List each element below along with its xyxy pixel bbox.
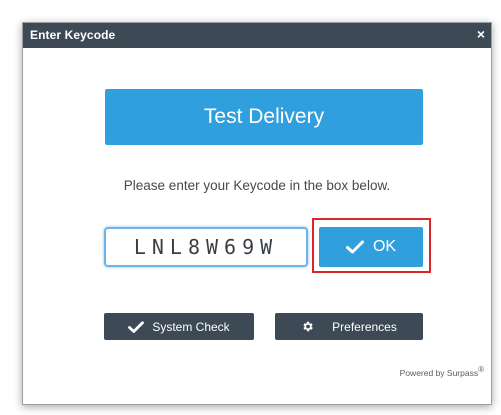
close-icon[interactable]: × (477, 26, 485, 42)
preferences-button[interactable]: Preferences (275, 313, 423, 340)
system-check-button[interactable]: System Check (104, 313, 254, 340)
checkmark-icon (345, 240, 364, 254)
registered-mark: ® (478, 365, 484, 374)
preferences-label: Preferences (332, 319, 397, 334)
gear-icon (303, 321, 313, 332)
keycode-prompt: Please enter your Keycode in the box bel… (123, 178, 391, 193)
powered-by-text: Powered by Surpass (399, 367, 479, 378)
dialog-title: Enter Keycode (30, 28, 116, 42)
enter-keycode-dialog: Enter Keycode × Test Delivery Please ent… (22, 22, 492, 405)
checkmark-icon (128, 320, 145, 333)
powered-by-footer: Powered by Surpass® (400, 365, 484, 378)
system-check-label: System Check (152, 319, 230, 334)
ok-button-label: OK (372, 238, 397, 255)
dialog-titlebar: Enter Keycode × (23, 23, 491, 48)
keycode-input[interactable] (104, 227, 308, 267)
test-delivery-banner: Test Delivery (105, 89, 423, 145)
banner-label: Test Delivery (203, 105, 325, 128)
ok-button[interactable]: OK (319, 227, 423, 267)
